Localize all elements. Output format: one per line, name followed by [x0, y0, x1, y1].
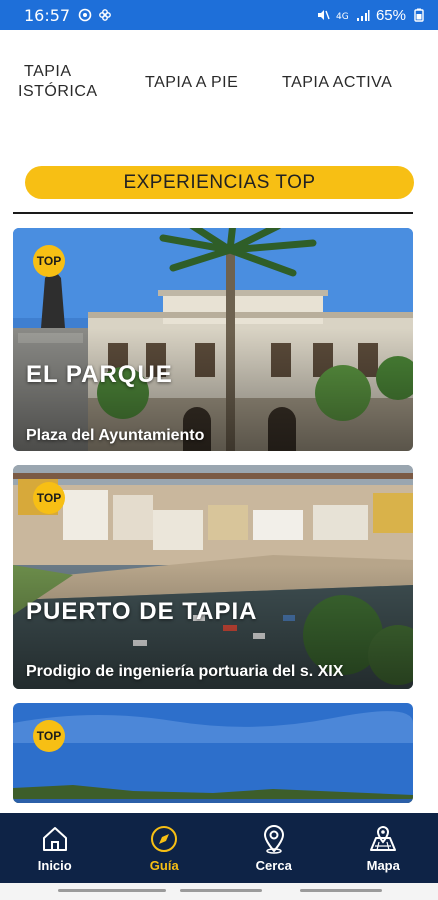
- settings-flower-icon: [99, 9, 112, 21]
- tab-tapia-a-pie[interactable]: TAPIA A PIE: [145, 74, 238, 92]
- home-icon: [42, 826, 67, 851]
- category-tabs: TAPIA ISTÓRICA TAPIA A PIE TAPIA ACTIVA: [0, 58, 438, 114]
- compass-icon: [151, 825, 178, 852]
- tab-label-line2: ISTÓRICA: [18, 83, 98, 100]
- nav-label: Mapa: [366, 857, 400, 873]
- at-sign-icon: [78, 8, 92, 22]
- svg-text:4G: 4G: [336, 12, 349, 22]
- gesture-handle[interactable]: [180, 889, 262, 892]
- card-subtitle: Plaza del Ayuntamiento: [26, 427, 205, 444]
- section-divider: [13, 212, 413, 214]
- card-subtitle: Prodigio de ingeniería portuaria del s. …: [26, 663, 344, 680]
- bottom-navigation: Inicio Guía Cerca Mapa: [0, 813, 438, 883]
- system-gesture-bar: [0, 883, 438, 900]
- experience-card-el-parque[interactable]: TOP EL PARQUE Plaza del Ayuntamiento: [13, 228, 413, 451]
- location-pin-icon: [263, 824, 284, 854]
- tab-tapia-historica[interactable]: TAPIA ISTÓRICA: [18, 62, 100, 102]
- experience-card-3[interactable]: TOP: [13, 703, 413, 803]
- top-badge: TOP: [33, 482, 65, 514]
- nav-inicio[interactable]: Inicio: [0, 813, 110, 883]
- tab-tapia-activa[interactable]: TAPIA ACTIVA: [282, 74, 392, 92]
- wifi-data-icon: 4G: [336, 12, 349, 22]
- section-title-pill: EXPERIENCIAS TOP: [25, 166, 414, 199]
- nav-cerca[interactable]: Cerca: [219, 813, 329, 883]
- card-title: PUERTO DE TAPIA: [26, 598, 258, 625]
- battery-percent: 65%: [375, 6, 406, 24]
- signal-icon: [356, 10, 370, 21]
- top-badge: TOP: [33, 245, 65, 277]
- tab-label-line1: TAPIA: [24, 63, 72, 80]
- map-icon: [370, 825, 397, 851]
- battery-icon: [414, 8, 424, 22]
- experience-card-puerto-de-tapia[interactable]: TOP PUERTO DE TAPIA Prodigio de ingenier…: [13, 465, 413, 689]
- status-bar: 16:57 4G 65%: [0, 0, 438, 30]
- nav-label: Cerca: [255, 857, 292, 873]
- gesture-handle[interactable]: [58, 889, 166, 892]
- status-time: 16:57: [24, 5, 71, 25]
- mute-icon: [317, 10, 330, 20]
- nav-guia[interactable]: Guía: [110, 813, 220, 883]
- nav-label: Guía: [149, 857, 179, 873]
- nav-mapa[interactable]: Mapa: [329, 813, 438, 883]
- card-title: EL PARQUE: [26, 361, 173, 388]
- nav-label: Inicio: [37, 857, 72, 873]
- top-badge: TOP: [33, 720, 65, 752]
- card-image-coast: [13, 703, 413, 803]
- gesture-handle[interactable]: [300, 889, 382, 892]
